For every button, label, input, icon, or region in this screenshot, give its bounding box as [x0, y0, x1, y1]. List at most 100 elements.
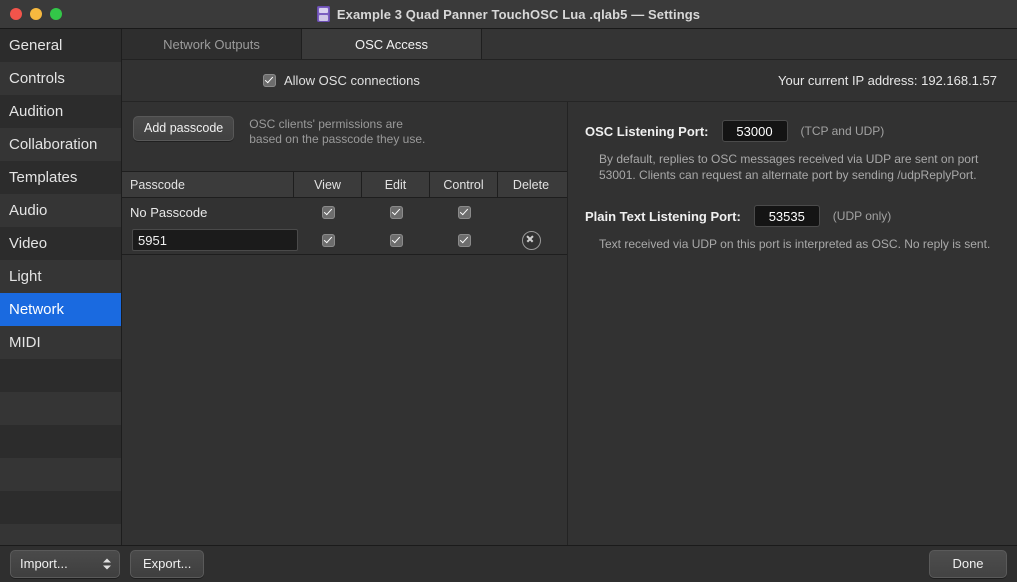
- sidebar-empty-row: [0, 392, 121, 425]
- cell-delete: [498, 226, 564, 254]
- view-permission-checkbox[interactable]: [322, 206, 335, 219]
- cell-view: [294, 226, 362, 254]
- osc-listening-port-row: OSC Listening Port: (TCP and UDP): [585, 120, 1001, 142]
- cell-delete: [498, 198, 564, 226]
- cell-passcode: [122, 226, 294, 254]
- tab-osc-access[interactable]: OSC Access: [302, 29, 482, 59]
- passcode-table: Passcode View Edit Control Delete No Pas…: [122, 171, 567, 255]
- sidebar-item-label: Templates: [9, 169, 77, 186]
- sidebar-empty-row: [0, 458, 121, 491]
- sidebar-item-network[interactable]: Network: [0, 293, 121, 326]
- sidebar-item-video[interactable]: Video: [0, 227, 121, 260]
- sidebar-item-midi[interactable]: MIDI: [0, 326, 121, 359]
- cell-edit: [362, 226, 430, 254]
- passcode-hint-line-1: OSC clients' permissions are: [249, 117, 425, 132]
- tab-bar: Network Outputs OSC Access: [122, 29, 1017, 60]
- passcode-input[interactable]: [132, 229, 298, 251]
- table-row: No Passcode: [122, 198, 567, 226]
- allow-osc-connections-checkbox[interactable]: Allow OSC connections: [263, 73, 420, 88]
- column-header-control: Control: [430, 172, 498, 197]
- column-header-view: View: [294, 172, 362, 197]
- close-button[interactable]: [10, 8, 22, 20]
- zoom-button[interactable]: [50, 8, 62, 20]
- sidebar-item-label: General: [9, 37, 62, 54]
- passcode-hint-line-2: based on the passcode they use.: [249, 132, 425, 147]
- delete-passcode-icon[interactable]: [522, 231, 541, 250]
- osc-listening-port-description: By default, replies to OSC messages rece…: [599, 151, 1001, 183]
- tab-label: Network Outputs: [163, 37, 260, 52]
- sidebar-empty-row: [0, 524, 121, 545]
- add-passcode-button[interactable]: Add passcode: [133, 116, 234, 141]
- settings-content: Network Outputs OSC Access Allow OSC con…: [122, 29, 1017, 545]
- import-popup-button[interactable]: Import...: [10, 550, 120, 578]
- sidebar-item-label: Collaboration: [9, 136, 97, 153]
- sidebar-item-templates[interactable]: Templates: [0, 161, 121, 194]
- sidebar-item-general[interactable]: General: [0, 29, 121, 62]
- sidebar-item-label: Network: [9, 301, 64, 318]
- current-ip-address: Your current IP address: 192.168.1.57: [778, 73, 997, 88]
- table-row: [122, 226, 567, 254]
- sidebar-item-label: Audio: [9, 202, 47, 219]
- add-passcode-row: Add passcode OSC clients' permissions ar…: [122, 116, 567, 147]
- view-permission-checkbox[interactable]: [322, 234, 335, 247]
- title-bar: Example 3 Quad Panner TouchOSC Lua .qlab…: [0, 0, 1017, 29]
- window-controls: [0, 8, 62, 20]
- cell-edit: [362, 198, 430, 226]
- checkbox-icon: [263, 74, 276, 87]
- edit-permission-checkbox[interactable]: [390, 234, 403, 247]
- table-header-row: Passcode View Edit Control Delete: [122, 172, 567, 198]
- allow-osc-connections-label: Allow OSC connections: [284, 73, 420, 88]
- document-icon: [317, 6, 330, 22]
- plain-text-listening-port-input[interactable]: [754, 205, 820, 227]
- cell-passcode: No Passcode: [122, 198, 294, 226]
- sidebar-empty-row: [0, 491, 121, 524]
- title-center-group: Example 3 Quad Panner TouchOSC Lua .qlab…: [0, 0, 1017, 28]
- export-button[interactable]: Export...: [130, 550, 204, 578]
- osc-listening-port-label: OSC Listening Port:: [585, 124, 709, 139]
- sidebar-empty-row: [0, 359, 121, 392]
- column-header-edit: Edit: [362, 172, 430, 197]
- settings-sidebar: General Controls Audition Collaboration …: [0, 29, 122, 545]
- plain-text-listening-port-description: Text received via UDP on this port is in…: [599, 236, 1001, 252]
- cell-view: [294, 198, 362, 226]
- ports-pane: OSC Listening Port: (TCP and UDP) By def…: [568, 102, 1017, 545]
- sidebar-item-audio[interactable]: Audio: [0, 194, 121, 227]
- sidebar-item-audition[interactable]: Audition: [0, 95, 121, 128]
- sidebar-empty-row: [0, 425, 121, 458]
- plain-text-listening-port-label: Plain Text Listening Port:: [585, 209, 741, 224]
- plain-text-listening-port-note: (UDP only): [833, 209, 891, 223]
- column-header-delete: Delete: [498, 172, 564, 197]
- import-button-label: Import...: [20, 556, 68, 571]
- passcode-hint: OSC clients' permissions are based on th…: [249, 116, 425, 147]
- edit-permission-checkbox[interactable]: [390, 206, 403, 219]
- passcode-pane: Add passcode OSC clients' permissions ar…: [122, 102, 568, 545]
- column-header-passcode: Passcode: [122, 172, 294, 197]
- window-title: Example 3 Quad Panner TouchOSC Lua .qlab…: [337, 7, 700, 22]
- tab-label: OSC Access: [355, 37, 428, 52]
- sidebar-item-controls[interactable]: Controls: [0, 62, 121, 95]
- chevron-up-down-icon: [103, 559, 111, 570]
- tab-bar-filler: [482, 29, 1017, 59]
- cell-control: [430, 198, 498, 226]
- tab-network-outputs[interactable]: Network Outputs: [122, 29, 302, 59]
- window-body: General Controls Audition Collaboration …: [0, 29, 1017, 545]
- cell-control: [430, 226, 498, 254]
- osc-access-panes: Add passcode OSC clients' permissions ar…: [122, 102, 1017, 545]
- control-permission-checkbox[interactable]: [458, 206, 471, 219]
- osc-listening-port-note: (TCP and UDP): [801, 124, 885, 138]
- osc-enable-strip: Allow OSC connections Your current IP ad…: [122, 60, 1017, 102]
- plain-text-listening-port-row: Plain Text Listening Port: (UDP only): [585, 205, 1001, 227]
- sidebar-item-label: Light: [9, 268, 42, 285]
- control-permission-checkbox[interactable]: [458, 234, 471, 247]
- done-button[interactable]: Done: [929, 550, 1007, 578]
- osc-listening-port-input[interactable]: [722, 120, 788, 142]
- minimize-button[interactable]: [30, 8, 42, 20]
- sidebar-item-label: Audition: [9, 103, 63, 120]
- sidebar-item-label: MIDI: [9, 334, 41, 351]
- sidebar-item-light[interactable]: Light: [0, 260, 121, 293]
- sidebar-item-label: Video: [9, 235, 47, 252]
- bottom-toolbar: Import... Export... Done: [0, 545, 1017, 582]
- sidebar-item-collaboration[interactable]: Collaboration: [0, 128, 121, 161]
- settings-window: Example 3 Quad Panner TouchOSC Lua .qlab…: [0, 0, 1017, 582]
- ports-spacer: [585, 183, 1001, 205]
